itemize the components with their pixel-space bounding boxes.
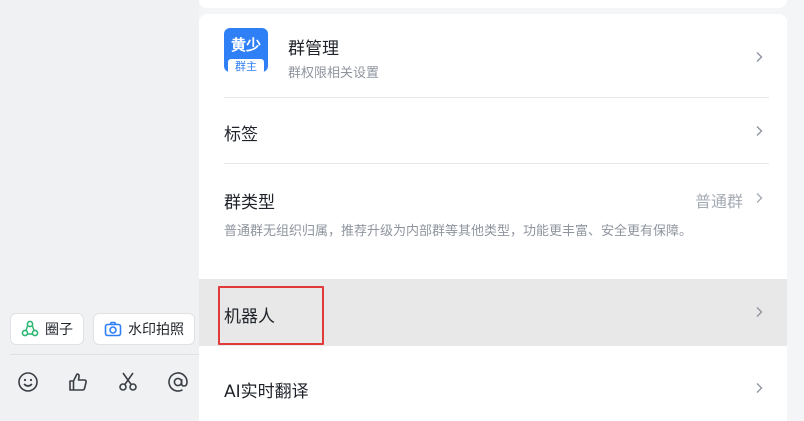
emoji-icon[interactable] [16, 370, 40, 394]
thumbs-up-icon[interactable] [66, 370, 90, 394]
at-icon[interactable] [166, 370, 190, 394]
group-type-title: 群类型 [224, 193, 275, 213]
settings-card: 黄少 群主 群管理 群权限相关设置 标签 群类型 普通群 普通群无组织归属，推荐… [199, 14, 787, 421]
group-type-value: 普通群 [694, 192, 743, 211]
scissors-icon[interactable] [116, 370, 140, 394]
ai-translate-row[interactable]: AI实时翻译 [199, 360, 787, 421]
watermark-camera-label: 水印拍照 [128, 322, 184, 338]
input-toolbar [16, 370, 190, 394]
chevron-right-icon [753, 192, 765, 204]
highlight-annotation-box [218, 286, 324, 345]
tags-row[interactable]: 标签 [199, 98, 787, 164]
group-manage-row[interactable]: 黄少 群主 群管理 群权限相关设置 [199, 14, 787, 98]
chevron-right-icon [753, 51, 765, 63]
chevron-right-icon [753, 125, 765, 137]
group-manage-subtitle: 群权限相关设置 [288, 66, 380, 81]
group-settings-panel: 黄少 群主 群管理 群权限相关设置 标签 群类型 普通群 普通群无组织归属，推荐… [199, 0, 804, 421]
camera-icon [104, 320, 122, 338]
chevron-right-icon [753, 306, 765, 318]
circle-group-label: 圈子 [45, 322, 73, 338]
group-manage-title: 群管理 [288, 39, 339, 59]
quick-action-bar: 圈子 水印拍照 [10, 313, 195, 345]
circle-group-icon [21, 320, 39, 338]
avatar: 黄少 群主 [224, 28, 268, 72]
circle-group-button[interactable]: 圈子 [10, 313, 84, 345]
chat-area: 圈子 水印拍照 [0, 0, 199, 421]
owner-badge: 群主 [228, 59, 264, 72]
previous-card [199, 0, 787, 8]
chevron-right-icon [753, 382, 765, 394]
tags-title: 标签 [224, 125, 258, 145]
ai-translate-title: AI实时翻译 [224, 382, 309, 402]
watermark-camera-button[interactable]: 水印拍照 [93, 313, 195, 345]
group-type-description: 普通群无组织归属，推荐升级为内部群等其他类型，功能更丰富、安全更有保障。 [224, 224, 693, 239]
divider [10, 354, 199, 355]
avatar-name: 黄少 [230, 36, 261, 54]
